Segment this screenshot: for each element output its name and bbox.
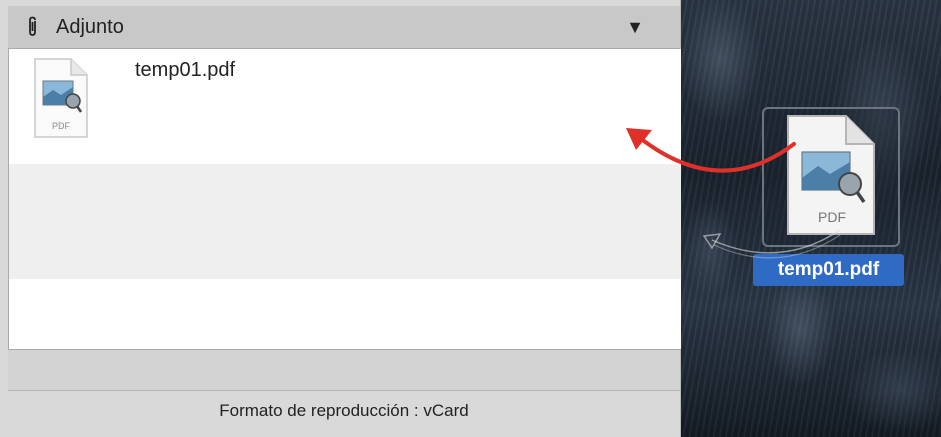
pdf-icon-label: PDF [52, 121, 71, 131]
attachment-file-name: temp01.pdf [135, 59, 236, 81]
attachment-header[interactable]: Adjunto ▼ [8, 6, 680, 49]
attachment-header-title: Adjunto [56, 15, 124, 38]
playback-format-label: Formato de reproducción : vCard [8, 391, 680, 431]
triangle-down-icon[interactable]: ▼ [626, 17, 644, 38]
list-item[interactable]: PDF temp01.pdf [9, 49, 681, 164]
drag-ghost-arrow-icon [702, 229, 841, 259]
attachment-panel: Adjunto ▼ PDF temp01.pdf Formato de repr… [0, 0, 681, 437]
drag-direction-arrow-icon [626, 128, 796, 173]
attachment-list: PDF temp01.pdf [8, 49, 681, 350]
pdf-file-icon: PDF [33, 57, 89, 144]
paperclip-icon [26, 16, 46, 38]
empty-row [9, 279, 681, 349]
footer-divider [8, 350, 680, 391]
empty-row [9, 164, 681, 279]
